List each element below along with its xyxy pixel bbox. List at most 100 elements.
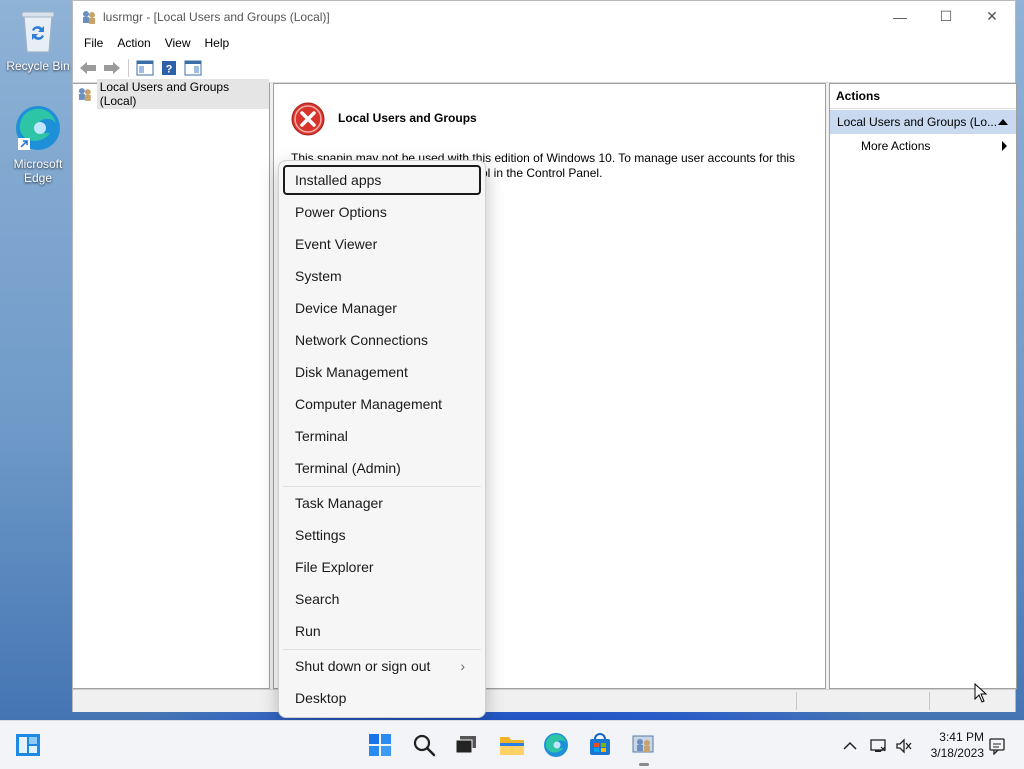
forward-button[interactable]: [101, 57, 123, 79]
status-bar: [73, 689, 1015, 712]
more-actions-label: More Actions: [861, 139, 931, 153]
show-hide-tree-icon: [136, 60, 154, 76]
console-tree: Local Users and Groups (Local): [73, 79, 270, 689]
menu-item-label: Shut down or sign out: [295, 658, 431, 674]
network-icon: [870, 739, 886, 752]
show-hide-tree-button[interactable]: [134, 57, 156, 79]
error-icon: [291, 102, 325, 139]
help-icon: ?: [162, 61, 176, 76]
menu-item-installed-apps[interactable]: Installed apps: [283, 165, 481, 195]
lusrmgr-taskbar-button[interactable]: [630, 731, 658, 759]
edge-taskbar-button[interactable]: [542, 731, 570, 759]
maximize-button[interactable]: ☐: [923, 1, 969, 32]
actions-header: Actions: [830, 84, 1016, 109]
menu-item-shut-down[interactable]: Shut down or sign out ›: [283, 651, 481, 681]
back-button[interactable]: [77, 57, 99, 79]
menu-item-system[interactable]: System: [283, 261, 481, 291]
menu-item-task-manager[interactable]: Task Manager: [283, 488, 481, 518]
task-view-icon: [455, 736, 476, 754]
show-hidden-icons-button[interactable]: [840, 736, 860, 756]
console-panes: Local Users and Groups (Local) Local Use…: [73, 79, 1017, 689]
volume-muted-icon: [896, 738, 912, 754]
menu-item-desktop[interactable]: Desktop: [283, 683, 481, 713]
more-actions-item[interactable]: More Actions: [830, 134, 1016, 158]
menu-item-label: Network Connections: [295, 332, 429, 348]
winx-quick-link-menu: Installed apps Power Options Event Viewe…: [278, 160, 486, 718]
status-divider: [796, 692, 797, 710]
volume-tray-button[interactable]: [894, 736, 914, 756]
menu-item-device-manager[interactable]: Device Manager: [283, 293, 481, 323]
menu-bar: File Action View Help: [73, 32, 1015, 54]
minimize-button[interactable]: —: [877, 1, 923, 32]
notifications-button[interactable]: [987, 736, 1007, 756]
menu-item-label: Device Manager: [295, 300, 397, 316]
menu-item-settings[interactable]: Settings: [283, 520, 481, 550]
menu-item-terminal-admin[interactable]: Terminal (Admin): [283, 453, 481, 483]
action-pane-button[interactable]: [182, 57, 204, 79]
menu-item-terminal[interactable]: Terminal: [283, 421, 481, 451]
clock-date: 3/18/2023: [930, 746, 984, 760]
task-view-button[interactable]: [452, 731, 480, 759]
taskbar: 3:41 PM 3/18/2023: [0, 720, 1024, 769]
menu-item-run[interactable]: Run: [283, 616, 481, 646]
active-app-indicator: [639, 763, 649, 766]
actions-pane: Actions Local Users and Groups (Lo... Mo…: [829, 83, 1017, 689]
menu-item-search[interactable]: Search: [283, 584, 481, 614]
title-bar[interactable]: lusrmgr - [Local Users and Groups (Local…: [73, 1, 1015, 32]
menu-item-label: Computer Management: [295, 396, 443, 412]
status-divider: [929, 692, 930, 710]
taskbar-search-button[interactable]: [410, 731, 438, 759]
help-button[interactable]: ?: [158, 57, 180, 79]
back-arrow-icon: [80, 62, 96, 74]
desktop-icon-label: Microsoft Edge: [13, 157, 63, 185]
menu-item-computer-management[interactable]: Computer Management: [283, 389, 481, 419]
desktop-icon-edge[interactable]: Microsoft Edge: [6, 104, 70, 185]
start-icon: [369, 734, 391, 756]
menu-item-label: Disk Management: [295, 364, 408, 380]
snapin-title: Local Users and Groups: [338, 111, 477, 125]
menu-file[interactable]: File: [77, 36, 110, 50]
menu-item-disk-management[interactable]: Disk Management: [283, 357, 481, 387]
lusrmgr-app-icon: [81, 9, 97, 25]
menu-item-label: System: [295, 268, 342, 284]
widgets-button[interactable]: [14, 731, 42, 759]
close-button[interactable]: ✕: [969, 1, 1015, 32]
file-explorer-button[interactable]: [498, 731, 526, 759]
tree-item-label: Local Users and Groups (Local): [96, 79, 269, 109]
menu-item-network-connections[interactable]: Network Connections: [283, 325, 481, 355]
edge-icon: [6, 104, 70, 155]
clock[interactable]: 3:41 PM 3/18/2023: [924, 729, 984, 761]
menu-separator: [283, 649, 481, 650]
menu-item-label: File Explorer: [295, 559, 374, 575]
menu-item-file-explorer[interactable]: File Explorer: [283, 552, 481, 582]
menu-item-label: Search: [295, 591, 340, 607]
menu-item-label: Run: [295, 623, 321, 639]
store-button[interactable]: [586, 731, 614, 759]
menu-item-event-viewer[interactable]: Event Viewer: [283, 229, 481, 259]
actions-group-label: Local Users and Groups (Lo...: [837, 115, 998, 129]
start-button[interactable]: [366, 731, 394, 759]
notification-icon: [989, 738, 1005, 755]
menu-item-power-options[interactable]: Power Options: [283, 197, 481, 227]
file-explorer-icon: [500, 737, 524, 755]
tree-item-local-users-groups[interactable]: Local Users and Groups (Local): [73, 79, 269, 109]
menu-help[interactable]: Help: [198, 36, 237, 50]
lusrmgr-icon: [632, 735, 654, 753]
desktop-icon-label: Recycle Bin: [6, 59, 70, 73]
edge-icon: [544, 733, 568, 757]
window-title: lusrmgr - [Local Users and Groups (Local…: [103, 9, 330, 24]
menu-item-label: Power Options: [295, 204, 387, 220]
menu-item-label: Event Viewer: [295, 236, 378, 252]
menu-item-label: Settings: [295, 527, 346, 543]
widgets-icon: [16, 734, 40, 756]
network-tray-button[interactable]: [868, 736, 888, 756]
users-groups-icon: [78, 88, 91, 101]
minimize-icon: —: [893, 8, 907, 25]
menu-action[interactable]: Action: [110, 36, 157, 50]
menu-view[interactable]: View: [158, 36, 198, 50]
menu-item-label: Desktop: [295, 690, 347, 706]
collapse-up-icon[interactable]: [998, 119, 1008, 125]
actions-group-local-users[interactable]: Local Users and Groups (Lo...: [830, 110, 1016, 134]
menu-item-label: Terminal (Admin): [295, 460, 401, 476]
desktop-icon-recycle-bin[interactable]: Recycle Bin: [6, 8, 70, 73]
